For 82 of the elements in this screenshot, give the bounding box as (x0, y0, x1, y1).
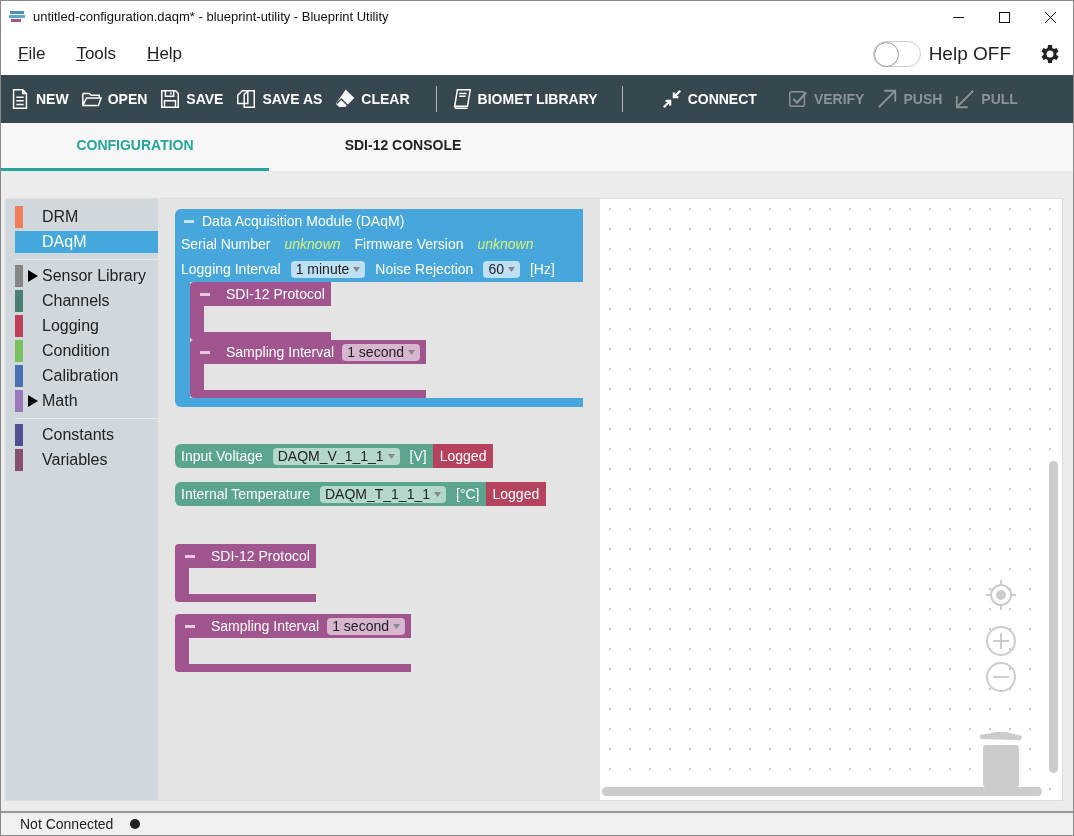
interval-dropdown[interactable]: 1 second (327, 617, 405, 635)
clear-button[interactable]: CLEAR (334, 81, 410, 117)
open-button[interactable]: OPEN (80, 81, 148, 117)
category-item[interactable]: DRM (15, 205, 158, 228)
menu-item[interactable]: Tools (76, 41, 117, 67)
menu-item[interactable]: Help (147, 41, 183, 67)
block-title: SDI-12 Protocol (226, 284, 325, 304)
recenter-icon[interactable] (985, 579, 1017, 611)
close-icon (1044, 11, 1056, 23)
field-label: Serial Number (181, 235, 271, 254)
horizontal-scrollbar[interactable] (602, 787, 1042, 796)
expand-triangle-icon[interactable] (27, 269, 38, 282)
block-title: Sampling Interval (226, 342, 335, 362)
category-item[interactable]: Calibration (15, 364, 158, 387)
copy-documents-icon (235, 88, 258, 110)
maximize-icon (998, 11, 1010, 23)
dropdown-caret-icon (408, 349, 415, 355)
field-label: Logging Interval (181, 260, 281, 279)
category-item[interactable]: Channels (15, 289, 158, 312)
statement-block-header[interactable]: Sampling Interval 1 second (190, 340, 426, 364)
category-item[interactable]: Constants (15, 423, 158, 446)
dropdown-caret-icon (508, 267, 515, 272)
block-title: Sampling Interval (211, 616, 320, 636)
saveas-button[interactable]: SAVE AS (235, 81, 323, 117)
collapse-icon[interactable] (185, 554, 195, 558)
zoom-in-icon[interactable] (985, 625, 1017, 657)
help-label: Help OFF (928, 41, 1011, 66)
collapse-icon[interactable] (200, 292, 210, 296)
menu-item[interactable]: File (18, 41, 46, 67)
field-label: Noise Rejection (375, 260, 474, 279)
checkbox-icon (786, 88, 809, 110)
tab[interactable]: SDI-12 CONSOLE (269, 123, 537, 171)
logged-block[interactable]: Logged (485, 482, 547, 506)
category-item[interactable]: Condition (15, 339, 158, 362)
new-button[interactable]: NEW (9, 81, 69, 117)
unit-label: [Hz] (530, 260, 555, 279)
variable-dropdown[interactable]: DAQM_T_1_1_1 (319, 485, 446, 503)
category-item[interactable]: Sensor Library (15, 264, 158, 287)
dropdown-caret-icon (393, 623, 400, 629)
field-value: unknown (477, 235, 534, 254)
expand-triangle-icon[interactable] (27, 394, 38, 407)
unit-label: [°C] (456, 484, 480, 504)
noise-dropdown[interactable]: 60 (483, 261, 520, 278)
save-button[interactable]: SAVE (159, 81, 224, 117)
category-item[interactable]: Variables (15, 448, 158, 471)
statement-block-header[interactable]: SDI-12 Protocol (190, 282, 331, 306)
interval-dropdown[interactable]: 1 second (342, 343, 420, 361)
field-value: unknown (284, 235, 341, 254)
module-block[interactable]: Data Acquisition Module (DAqM) Serial Number unknown Firmware Version unknown Logging Interval 1 minute Noise Rejection 60 [Hz] (175, 209, 583, 282)
channel-block[interactable]: Internal Temperature DAQM_T_1_1_1 [°C] (175, 482, 486, 506)
connection-status: Not Connected (20, 814, 114, 834)
collapse-icon[interactable] (185, 624, 195, 628)
channel-label: Internal Temperature (181, 484, 310, 504)
arrows-inward-icon (660, 88, 683, 110)
trash-icon[interactable] (980, 729, 1022, 787)
vertical-scrollbar[interactable] (1049, 461, 1058, 773)
dropdown-caret-icon (353, 267, 361, 272)
unit-label: [V] (409, 446, 427, 466)
category-item[interactable]: Math (15, 389, 158, 412)
field-label: Firmware Version (354, 235, 464, 254)
statement-block-header[interactable]: Sampling Interval 1 second (175, 614, 411, 638)
channel-label: Input Voltage (181, 446, 263, 466)
arrow-up-right-icon (876, 88, 899, 110)
zoom-out-icon[interactable] (985, 661, 1017, 693)
category-item[interactable]: Logging (15, 314, 158, 337)
eraser-icon (334, 88, 357, 110)
block-title: Data Acquisition Module (DAqM) (202, 212, 405, 231)
dropdown-caret-icon (434, 491, 441, 497)
window-title: untitled-configuration.daqm* - blueprint-utility - Blueprint Utility (33, 8, 389, 27)
statement-block-header[interactable]: SDI-12 Protocol (175, 544, 316, 568)
block-title: SDI-12 Protocol (211, 546, 310, 566)
dropdown-caret-icon (387, 453, 395, 459)
arrow-down-left-icon (954, 88, 977, 110)
interval-dropdown[interactable]: 1 minute (290, 261, 366, 278)
channel-block[interactable]: Input Voltage DAQM_V_1_1_1 [V] (175, 444, 433, 468)
variable-dropdown[interactable]: DAQM_V_1_1_1 (272, 447, 400, 465)
collapse-icon[interactable] (200, 350, 210, 354)
library-button[interactable]: BIOMET LIBRARY (450, 81, 598, 117)
help-toggle[interactable] (872, 41, 921, 67)
app-logo-icon (9, 10, 25, 24)
logged-block[interactable]: Logged (432, 444, 494, 468)
connect-button[interactable]: CONNECT (660, 81, 757, 117)
